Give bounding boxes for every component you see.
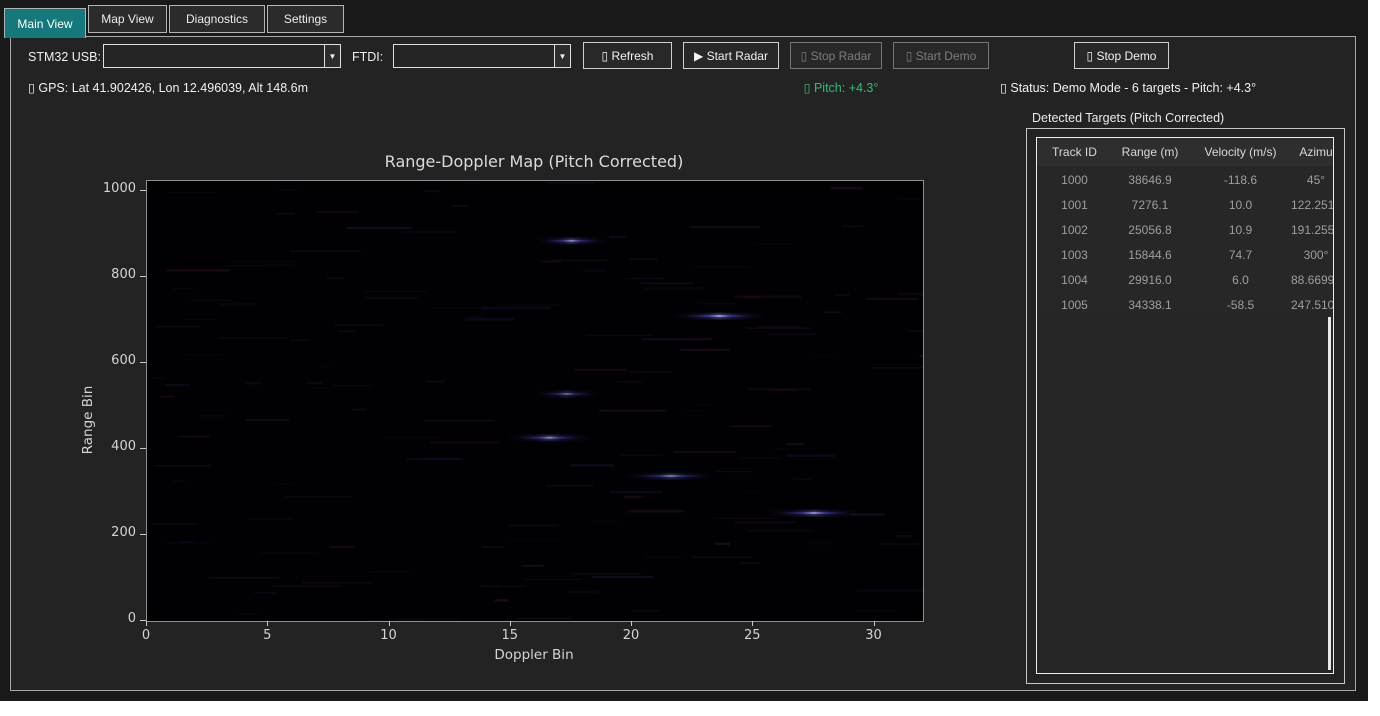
y-axis-label: Range Bin [80, 350, 96, 490]
x-tick-label: 30 [859, 628, 889, 643]
table-cell: 1004 [1037, 267, 1112, 292]
table-row[interactable]: 100315844.674.7300° [1037, 242, 1334, 267]
table-cell: 38646.9 [1112, 167, 1188, 192]
stop-demo-button[interactable]: ▯ Stop Demo [1074, 42, 1169, 69]
table-row[interactable]: 100038646.9-118.645° [1037, 167, 1334, 192]
y-tick-mark [140, 362, 146, 363]
x-axis-label: Doppler Bin [146, 647, 922, 663]
table-cell: 10.0 [1188, 192, 1293, 217]
column-header[interactable]: Range (m) [1112, 138, 1188, 166]
stm32-port-value [108, 48, 322, 64]
table-row[interactable]: 10017276.110.0122.2510 [1037, 192, 1334, 217]
x-tick-mark [389, 621, 390, 626]
chart-title: Range-Doppler Map (Pitch Corrected) [146, 152, 922, 171]
x-tick-mark [510, 621, 511, 626]
x-tick-label: 5 [252, 628, 282, 643]
y-tick-mark [140, 448, 146, 449]
y-tick-mark [140, 276, 146, 277]
tab-main-view[interactable]: Main View [4, 8, 86, 38]
targets-table[interactable]: Track IDRange (m)Velocity (m/s)Azimu1000… [1036, 137, 1334, 674]
x-tick-mark [267, 621, 268, 626]
pitch-status-text: ▯ Pitch: +4.3° [789, 80, 893, 95]
stm32-usb-label: STM32 USB: [28, 50, 101, 64]
table-cell: 1001 [1037, 192, 1112, 217]
y-tick-label: 400 [94, 439, 136, 454]
gps-status-text: ▯ GPS: Lat 41.902426, Lon 12.496039, Alt… [28, 80, 308, 95]
x-tick-mark [146, 621, 147, 626]
x-tick-label: 10 [374, 628, 404, 643]
table-row[interactable]: 100534338.1-58.5247.5104 [1037, 292, 1334, 317]
table-cell: 247.5104 [1293, 292, 1334, 317]
table-cell: -118.6 [1188, 167, 1293, 192]
x-tick-label: 0 [131, 628, 161, 643]
x-tick-label: 25 [737, 628, 767, 643]
start-demo-button[interactable]: ▯ Start Demo [893, 42, 989, 69]
ftdi-port-select[interactable]: ▼ [393, 44, 571, 68]
column-header[interactable]: Azimu [1293, 138, 1334, 166]
table-cell: 1005 [1037, 292, 1112, 317]
table-cell: 122.2510 [1293, 192, 1334, 217]
y-tick-label: 1000 [94, 181, 136, 196]
column-header[interactable]: Velocity (m/s) [1188, 138, 1293, 166]
table-cell: 25056.8 [1112, 217, 1188, 242]
tab-diagnostics[interactable]: Diagnostics [169, 5, 265, 33]
y-tick-label: 800 [94, 267, 136, 282]
y-tick-mark [140, 190, 146, 191]
table-cell: 74.7 [1188, 242, 1293, 267]
table-cell: 191.2552 [1293, 217, 1334, 242]
table-cell: 29916.0 [1112, 267, 1188, 292]
table-cell: 300° [1293, 242, 1334, 267]
tab-map-view[interactable]: Map View [88, 5, 167, 33]
y-tick-label: 0 [94, 611, 136, 626]
chevron-down-icon[interactable]: ▼ [324, 45, 340, 67]
main-view-panel: STM32 USB: ▼ FTDI: ▼ ▯ Refresh ▶ Start R… [10, 36, 1356, 691]
x-tick-mark [631, 621, 632, 626]
table-row[interactable]: 100225056.810.9191.2552 [1037, 217, 1334, 242]
app-window: Main View Map View Diagnostics Settings … [0, 0, 1368, 701]
table-header-row: Track IDRange (m)Velocity (m/s)Azimu [1037, 138, 1334, 166]
table-cell: 15844.6 [1112, 242, 1188, 267]
table-cell: -58.5 [1188, 292, 1293, 317]
targets-panel-title: Detected Targets (Pitch Corrected) [1032, 111, 1224, 125]
table-scrollbar[interactable] [1328, 308, 1331, 670]
y-tick-label: 200 [94, 525, 136, 540]
table-cell: 1003 [1037, 242, 1112, 267]
x-tick-label: 20 [616, 628, 646, 643]
y-tick-label: 600 [94, 353, 136, 368]
refresh-button[interactable]: ▯ Refresh [583, 42, 672, 69]
ftdi-label: FTDI: [352, 50, 383, 64]
stm32-port-select[interactable]: ▼ [103, 44, 341, 68]
y-tick-mark [140, 534, 146, 535]
start-radar-button[interactable]: ▶ Start Radar [683, 42, 779, 69]
chevron-down-icon[interactable]: ▼ [554, 45, 570, 67]
table-cell: 7276.1 [1112, 192, 1188, 217]
table-cell: 88.66998 [1293, 267, 1334, 292]
table-cell: 10.9 [1188, 217, 1293, 242]
table-cell: 1002 [1037, 217, 1112, 242]
stop-radar-button[interactable]: ▯ Stop Radar [790, 42, 882, 69]
x-tick-mark [874, 621, 875, 626]
table-cell: 34338.1 [1112, 292, 1188, 317]
table-cell: 6.0 [1188, 267, 1293, 292]
tab-settings[interactable]: Settings [267, 5, 344, 33]
ftdi-port-value [398, 48, 552, 64]
column-header[interactable]: Track ID [1037, 138, 1112, 166]
table-cell: 45° [1293, 167, 1334, 192]
table-cell: 1000 [1037, 167, 1112, 192]
x-tick-mark [752, 621, 753, 626]
range-doppler-plot [146, 180, 924, 622]
demo-status-text: ▯ Status: Demo Mode - 6 targets - Pitch:… [1000, 80, 1256, 95]
x-tick-label: 15 [495, 628, 525, 643]
table-row[interactable]: 100429916.06.088.66998 [1037, 267, 1334, 292]
